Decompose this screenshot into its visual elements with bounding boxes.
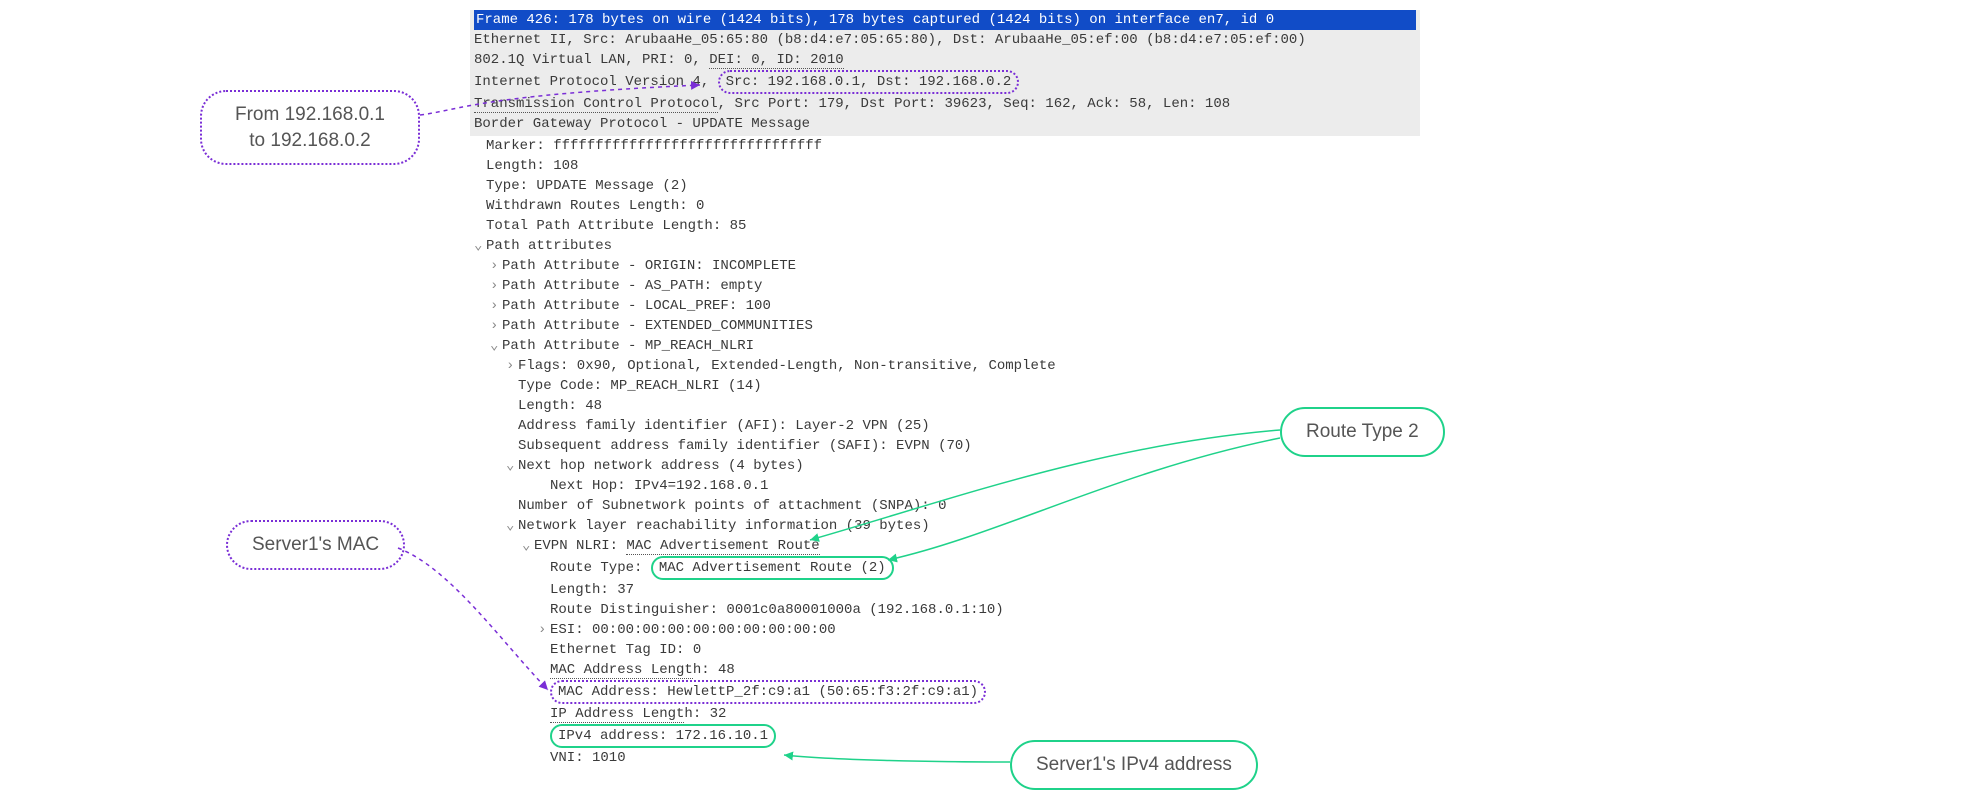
chevron-down-icon[interactable]: ⌄ [474,236,486,256]
evpn-nlri-label: MAC Advertisement Route [626,538,819,555]
chevron-right-icon[interactable]: › [490,296,502,316]
chevron-right-icon[interactable]: › [506,356,518,376]
withdrawn-line[interactable]: Withdrawn Routes Length: 0 [470,196,1420,216]
length-line[interactable]: Length: 108 [470,156,1420,176]
pa-mpreach-line[interactable]: ⌄Path Attribute - MP_REACH_NLRI [470,336,1420,356]
pa-localpref-line[interactable]: ›Path Attribute - LOCAL_PREF: 100 [470,296,1420,316]
chevron-right-icon[interactable]: › [538,620,550,640]
snpa-line[interactable]: Number of Subnetwork points of attachmen… [470,496,1420,516]
ip-src-dst-oval: Src: 192.168.0.1, Dst: 192.168.0.2 [718,70,1020,94]
len37-line[interactable]: Length: 37 [470,580,1420,600]
frame-line[interactable]: Frame 426: 178 bytes on wire (1424 bits)… [474,10,1416,30]
callout-route-type-2: Route Type 2 [1280,407,1445,457]
safi-line[interactable]: Subsequent address family identifier (SA… [470,436,1420,456]
pa-origin-line[interactable]: ›Path Attribute - ORIGIN: INCOMPLETE [470,256,1420,276]
callout-server1-mac: Server1's MAC [226,520,405,570]
etag-line[interactable]: Ethernet Tag ID: 0 [470,640,1420,660]
route-type-oval: MAC Advertisement Route (2) [651,556,894,580]
vni-line[interactable]: VNI: 1010 [470,748,1420,768]
chevron-down-icon[interactable]: ⌄ [506,456,518,476]
pa-extcomm-line[interactable]: ›Path Attribute - EXTENDED_COMMUNITIES [470,316,1420,336]
tcp-line[interactable]: Transmission Control Protocol, Src Port:… [474,94,1416,114]
afi-line[interactable]: Address family identifier (AFI): Layer-2… [470,416,1420,436]
evpn-nlri-line[interactable]: ⌄EVPN NLRI: MAC Advertisement Route [470,536,1420,556]
pa-aspath-line[interactable]: ›Path Attribute - AS_PATH: empty [470,276,1420,296]
marker-line[interactable]: Marker: ffffffffffffffffffffffffffffffff [470,136,1420,156]
mac-oval: MAC Address: HewlettP_2f:c9:a1 (50:65:f3… [550,680,986,704]
bgp-line[interactable]: Border Gateway Protocol - UPDATE Message [474,114,1416,134]
summary-block: Frame 426: 178 bytes on wire (1424 bits)… [470,10,1420,136]
len48-line[interactable]: Length: 48 [470,396,1420,416]
ethernet-line[interactable]: Ethernet II, Src: ArubaaHe_05:65:80 (b8:… [474,30,1416,50]
tpal-line[interactable]: Total Path Attribute Length: 85 [470,216,1420,236]
pathattr-line[interactable]: ⌄Path attributes [470,236,1420,256]
rd-line[interactable]: Route Distinguisher: 0001c0a80001000a (1… [470,600,1420,620]
macal-line[interactable]: MAC Address Length: 48 [470,660,1420,680]
chevron-down-icon[interactable]: ⌄ [522,536,534,556]
chevron-right-icon[interactable]: › [490,276,502,296]
typecode-line[interactable]: Type Code: MP_REACH_NLRI (14) [470,376,1420,396]
route-type-line[interactable]: Route Type: MAC Advertisement Route (2) [470,556,1420,580]
packet-tree: Frame 426: 178 bytes on wire (1424 bits)… [470,10,1420,768]
vlan-dei-id: DEI: 0, ID: 2010 [709,52,843,69]
chevron-right-icon[interactable]: › [490,316,502,336]
ipal-line[interactable]: IP Address Length: 32 [470,704,1420,724]
ipv4-line[interactable]: IPv4 address: 172.16.10.1 [470,724,1420,748]
callout-from-to: From 192.168.0.1 to 192.168.0.2 [200,90,420,165]
nhna-line[interactable]: ⌄Next hop network address (4 bytes) [470,456,1420,476]
esi-line[interactable]: ›ESI: 00:00:00:00:00:00:00:00:00:00 [470,620,1420,640]
nlri-line[interactable]: ⌄Network layer reachability information … [470,516,1420,536]
chevron-down-icon[interactable]: ⌄ [490,336,502,356]
chevron-right-icon[interactable]: › [490,256,502,276]
ip-line[interactable]: Internet Protocol Version 4, Src: 192.16… [474,70,1416,94]
flags-line[interactable]: ›Flags: 0x90, Optional, Extended-Length,… [470,356,1420,376]
mac-line[interactable]: MAC Address: HewlettP_2f:c9:a1 (50:65:f3… [470,680,1420,704]
ipv4-oval: IPv4 address: 172.16.10.1 [550,724,776,748]
vlan-line[interactable]: 802.1Q Virtual LAN, PRI: 0, DEI: 0, ID: … [474,50,1416,70]
type-line[interactable]: Type: UPDATE Message (2) [470,176,1420,196]
nexthop-line[interactable]: Next Hop: IPv4=192.168.0.1 [470,476,1420,496]
chevron-down-icon[interactable]: ⌄ [506,516,518,536]
callout-server1-ipv4: Server1's IPv4 address [1010,740,1258,790]
